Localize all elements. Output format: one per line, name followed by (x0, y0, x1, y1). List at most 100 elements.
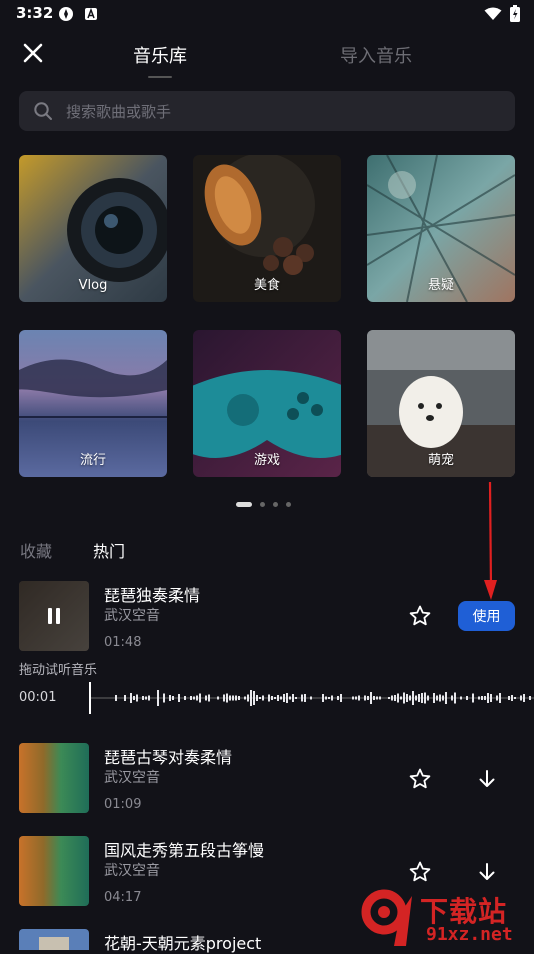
carousel-dot (260, 502, 265, 507)
waveform-bar (406, 694, 408, 702)
waveform-bar (442, 695, 444, 701)
waveform-bar (388, 697, 390, 699)
track-thumbnail[interactable] (19, 581, 89, 651)
waveform-bar (250, 690, 252, 706)
waveform-bar (157, 690, 159, 706)
waveform-bar (418, 694, 420, 702)
waveform-bar (328, 697, 330, 699)
category-label: 悬疑 (427, 278, 454, 293)
waveform-bar (412, 691, 414, 705)
waveform-bar (370, 692, 372, 704)
track-cover-image (19, 743, 89, 813)
track-artist: 武汉空音 (104, 770, 160, 786)
waveform-bar (427, 695, 429, 701)
status-time: 3:32 (16, 4, 54, 22)
waveform-bar (373, 696, 375, 700)
download-icon[interactable] (476, 861, 498, 883)
waveform-bar (244, 696, 246, 700)
waveform-bar (433, 693, 435, 703)
track-thumbnail[interactable] (19, 836, 89, 906)
waveform-bar (301, 694, 303, 702)
waveform-bar (508, 696, 510, 700)
waveform-bar (232, 695, 234, 701)
star-icon[interactable] (408, 604, 432, 628)
waveform-bar (424, 692, 426, 704)
waveform-bar (304, 694, 306, 702)
track-thumbnail[interactable] (19, 743, 89, 813)
category-pop[interactable]: 流行 (19, 330, 167, 477)
tab-import-music[interactable]: 导入音乐 (340, 42, 412, 68)
waveform-bar (235, 695, 237, 701)
download-icon[interactable] (476, 768, 498, 790)
audio-waveform[interactable] (89, 682, 534, 714)
track-duration: 04:17 (104, 890, 142, 905)
track-artist: 武汉空音 (104, 863, 160, 879)
carousel-dot (286, 502, 291, 507)
close-button[interactable] (20, 40, 46, 66)
category-pets[interactable]: 萌宠 (367, 330, 515, 477)
waveform-bar (454, 692, 456, 704)
category-suspense[interactable]: 悬疑 (367, 155, 515, 302)
watermark-domain: 91xz.net (426, 924, 513, 945)
waveform-bar (355, 696, 357, 700)
waveform-bar (124, 695, 126, 701)
waveform-bar (358, 695, 360, 701)
waveform-bar (529, 696, 531, 700)
search-input[interactable]: 搜索歌曲或歌手 (66, 101, 171, 122)
waveform-bar (310, 696, 312, 700)
track-thumbnail[interactable] (19, 929, 89, 950)
waveform-bar (322, 694, 324, 702)
category-vlog[interactable]: Vlog (19, 155, 167, 302)
annotation-arrow (484, 481, 497, 600)
carousel-dot (236, 502, 252, 507)
waveform-bar (421, 693, 423, 703)
watermark-logo (361, 889, 412, 946)
waveform-bar (148, 695, 150, 701)
tab-hot[interactable]: 热门 (93, 538, 125, 562)
pause-icon[interactable] (46, 607, 62, 625)
track-title: 国风走秀第五段古筝慢 (104, 841, 265, 860)
waveform-bar (172, 696, 174, 700)
waveform-bar (337, 696, 339, 700)
category-game[interactable]: 游戏 (193, 330, 341, 477)
waveform-bar (466, 696, 468, 700)
star-icon[interactable] (408, 767, 432, 791)
search-bar[interactable]: 搜索歌曲或歌手 (19, 91, 515, 131)
waveform-bar (331, 695, 333, 701)
waveform-bar (340, 694, 342, 702)
waveform-bar (163, 693, 165, 703)
tab-music-library[interactable]: 音乐库 (133, 42, 187, 68)
waveform-bar (496, 695, 498, 701)
waveform-bar (292, 694, 294, 702)
waveform-bar (481, 696, 483, 700)
waveform-bar (217, 696, 219, 700)
waveform-bar (229, 695, 231, 701)
waveform-bar (367, 696, 369, 700)
waveform-bar (274, 697, 276, 699)
search-icon (34, 102, 52, 120)
star-icon[interactable] (408, 860, 432, 884)
waveform-bar (439, 694, 441, 702)
waveform-bar (394, 695, 396, 701)
waveform-bar (193, 696, 195, 700)
tab-favorites[interactable]: 收藏 (20, 538, 52, 562)
close-icon (23, 43, 43, 63)
use-button[interactable]: 使用 (458, 601, 515, 631)
waveform-bar (379, 696, 381, 700)
waveform-bar (283, 694, 285, 702)
waveform-bar (271, 696, 273, 700)
category-food[interactable]: 美食 (193, 155, 341, 302)
waveform-bar (226, 693, 228, 703)
waveform-bar (199, 693, 201, 703)
waveform-bar (247, 694, 249, 702)
waveform-bar (280, 696, 282, 700)
carousel-dot (273, 502, 278, 507)
drag-hint: 拖动试听音乐 (19, 663, 98, 678)
waveform-bar (133, 696, 135, 700)
waveform-bar (130, 693, 132, 703)
wifi-icon (484, 7, 502, 20)
waveform-bar (451, 695, 453, 701)
waveform-bar (142, 696, 144, 700)
track-cover-image (19, 929, 89, 950)
waveform-bar (490, 694, 492, 702)
